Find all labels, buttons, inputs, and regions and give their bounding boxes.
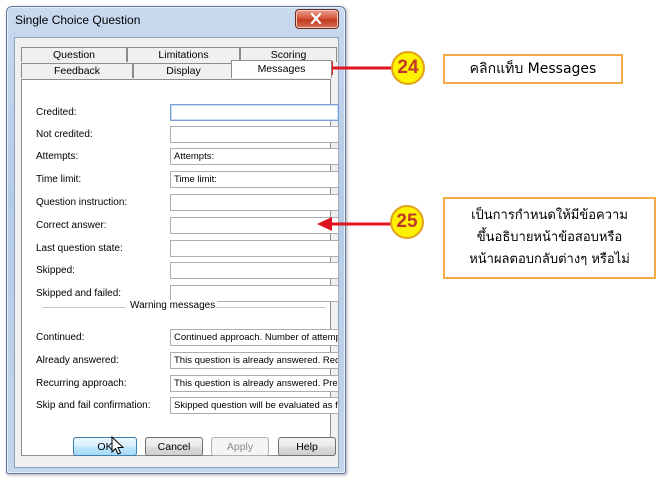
warning-label: Skip and fail confirmation: (36, 400, 151, 411)
step-25-line: หน้าผลตอบกลับต่างๆ หรือไม่ (469, 252, 630, 267)
help-button[interactable]: Help (278, 437, 336, 456)
step-25-badge: 25 (390, 205, 424, 239)
tab-question[interactable]: Question (21, 47, 127, 62)
step-24-badge: 24 (391, 51, 425, 85)
dialog-window: Single Choice Question Question Limitati… (6, 6, 346, 474)
field-label: Attempts: (36, 151, 79, 162)
warning-input[interactable]: Skipped question will be evaluated as fa (170, 397, 339, 414)
ok-button[interactable]: OK (73, 437, 137, 456)
message-input[interactable] (170, 262, 339, 279)
title-bar[interactable]: Single Choice Question (7, 7, 345, 33)
message-input[interactable] (170, 104, 339, 121)
field-label: Time limit: (36, 174, 82, 185)
field-label: Last question state: (36, 243, 123, 254)
step-25-line: ขึ้นอธิบายหน้าข้อสอบหรือ (476, 230, 623, 245)
apply-button: Apply (211, 437, 269, 456)
field-label: Credited: (36, 107, 77, 118)
mouse-cursor-icon (111, 436, 125, 455)
tab-display[interactable]: Display (133, 63, 234, 78)
warning-separator-right (214, 307, 326, 308)
field-label: Question instruction: (36, 197, 128, 208)
close-button[interactable] (295, 9, 339, 29)
warning-label: Continued: (36, 332, 85, 343)
step-25-note: เป็นการกำหนดให้มีข้อความ ขึ้นอธิบายหน้าข… (443, 197, 656, 279)
field-label: Skipped and failed: (36, 288, 122, 299)
step-24-note: คลิกแท็บ Messages (443, 54, 623, 84)
message-input[interactable] (170, 126, 339, 143)
message-input[interactable] (170, 240, 339, 257)
field-label: Not credited: (36, 129, 93, 140)
message-input[interactable] (170, 217, 339, 234)
close-icon (310, 13, 322, 24)
warning-input[interactable]: This question is already answered. Recu (170, 352, 339, 369)
tab-messages[interactable]: Messages (231, 60, 332, 78)
warning-input[interactable]: Continued approach. Number of attempt (170, 329, 339, 346)
window-title: Single Choice Question (15, 13, 141, 27)
dialog-client: Question Limitations Scoring Feedback Di… (14, 37, 339, 468)
arrow-25-icon (317, 217, 391, 231)
step-25-line: เป็นการกำหนดให้มีข้อความ (471, 208, 628, 223)
cancel-button[interactable]: Cancel (145, 437, 203, 456)
field-label: Skipped: (36, 265, 75, 276)
warning-label: Recurring approach: (36, 378, 127, 389)
message-input[interactable]: Time limit: (170, 171, 339, 188)
tab-limitations[interactable]: Limitations (127, 47, 240, 62)
message-input[interactable]: Attempts: (170, 148, 339, 165)
message-input[interactable] (170, 194, 339, 211)
warning-input[interactable]: This question is already answered. Press (170, 375, 339, 392)
warning-messages-heading: Warning messages (128, 300, 218, 311)
warning-label: Already answered: (36, 355, 119, 366)
field-label: Correct answer: (36, 220, 107, 231)
warning-separator-left (42, 307, 126, 308)
tab-feedback[interactable]: Feedback (21, 63, 133, 78)
messages-panel: Credited: Not credited: Attempts: Attempts:… (21, 79, 339, 456)
